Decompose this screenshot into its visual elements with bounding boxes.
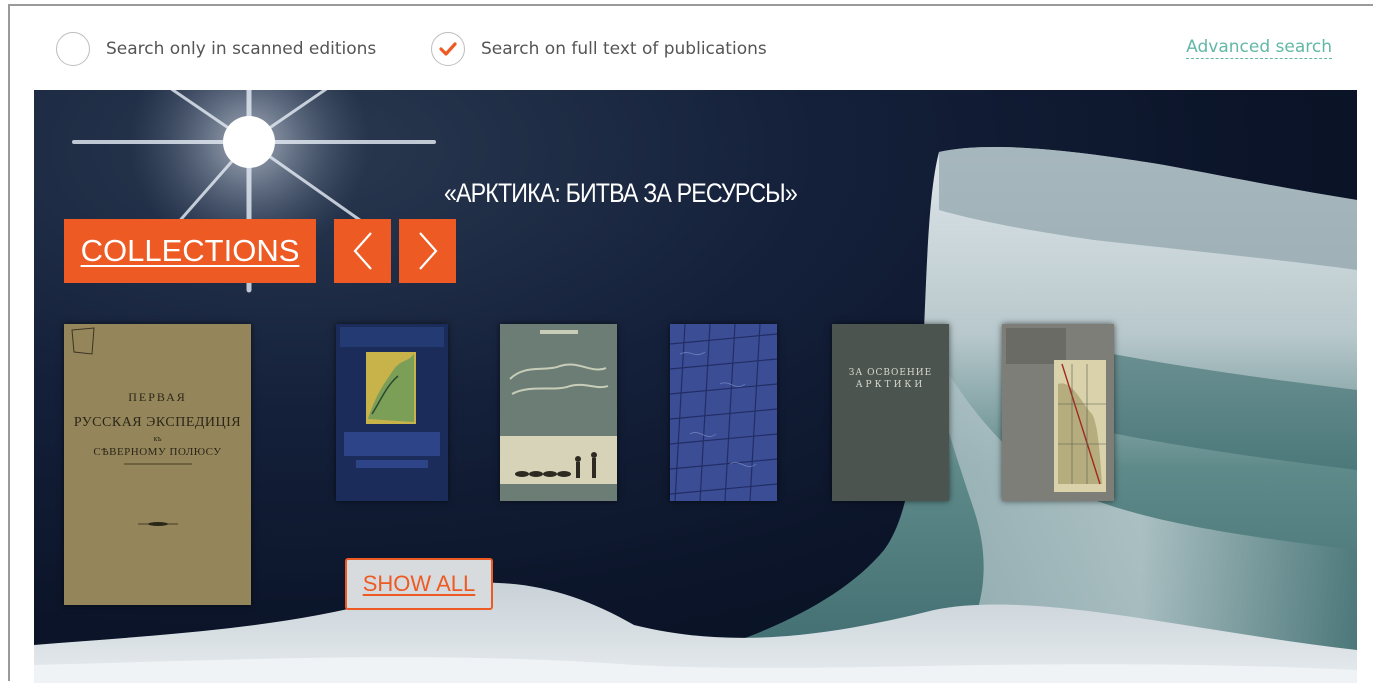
book-cover-image [1002,324,1114,501]
book-title-line: къ [153,434,162,443]
full-text-checkbox[interactable] [431,32,465,66]
advanced-search-link[interactable]: Advanced search [1186,37,1332,59]
scanned-only-checkbox[interactable] [56,32,90,66]
page-frame: Search only in scanned editions Search o… [8,4,1373,683]
show-all-button[interactable]: SHOW ALL [345,558,493,610]
collection-title: «АРКТИКА: БИТВА ЗА РЕСУРСЫ» [444,178,798,208]
scanned-only-option[interactable]: Search only in scanned editions [56,31,376,67]
book-title-line: ПЕРВАЯ [128,390,187,404]
book-cover-image [832,324,949,501]
book-cover[interactable] [670,324,777,501]
book-cover[interactable] [1002,324,1114,501]
book-title-line: РУССКАЯ ЭКСПЕДИЦІЯ [73,415,242,430]
scanned-only-label: Search only in scanned editions [106,39,377,59]
book-cover-image [670,324,777,501]
collections-button[interactable]: COLLECTIONS [64,219,316,283]
book-cover[interactable]: ПЕРВАЯ РУССКАЯ ЭКСПЕДИЦІЯ къ СѢВЕРНОМУ П… [64,324,251,605]
book-cover-text: ЗА ОСВОЕНИЕ АРКТИКИ [832,367,949,391]
book-cover-image [336,324,448,501]
full-text-label: Search on full text of publications [481,39,767,59]
collections-button-label: COLLECTIONS [80,233,300,268]
chevron-right-icon [418,232,437,270]
full-text-option[interactable]: Search on full text of publications [431,31,767,67]
checkmark-icon [439,42,457,56]
book-cover-image [500,324,617,501]
show-all-label: SHOW ALL [362,571,476,596]
book-title-line: ЗА ОСВОЕНИЕ [848,368,933,378]
prev-collection-button[interactable] [334,219,391,283]
collections-banner: «АРКТИКА: БИТВА ЗА РЕСУРСЫ» COLLECTIONS [34,90,1357,683]
book-cover[interactable] [500,324,617,501]
chevron-left-icon [353,232,372,270]
book-cover[interactable] [336,324,448,501]
book-title-line: АРКТИКИ [855,380,926,390]
book-title-line: СѢВЕРНОМУ ПОЛЮСУ [93,446,222,458]
search-options-bar: Search only in scanned editions Search o… [10,6,1373,90]
book-cover-image [64,324,251,605]
next-collection-button[interactable] [399,219,456,283]
book-cover[interactable]: ЗА ОСВОЕНИЕ АРКТИКИ [832,324,949,501]
book-cover-text: ПЕРВАЯ РУССКАЯ ЭКСПЕДИЦІЯ къ СѢВЕРНОМУ П… [64,390,251,458]
